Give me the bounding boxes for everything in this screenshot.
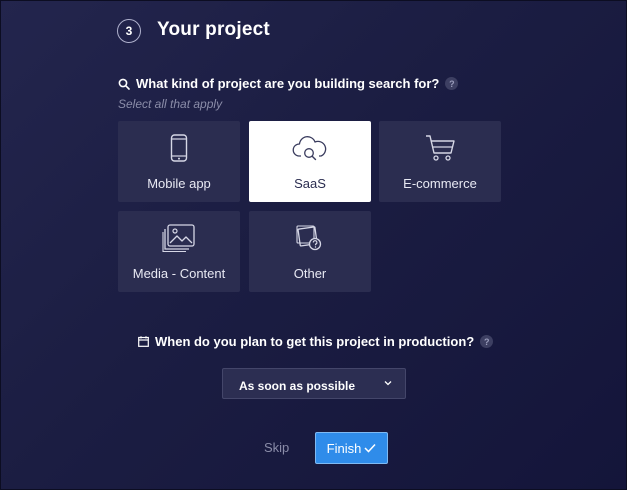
project-type-question: What kind of project are you building se…: [118, 76, 459, 91]
project-card-label: Mobile app: [147, 176, 211, 191]
project-card-media-content[interactable]: Media - Content: [118, 211, 240, 292]
select-hint: Select all that apply: [118, 97, 223, 111]
project-card-label: Other: [293, 266, 327, 281]
project-card-saas[interactable]: SaaS: [249, 121, 371, 202]
project-card-label: SaaS: [294, 176, 326, 191]
finish-button-label: Finish: [326, 440, 362, 456]
project-card-mobile-app[interactable]: Mobile app: [118, 121, 240, 202]
image-gallery-icon: [162, 224, 195, 253]
help-icon[interactable]: ?: [445, 77, 459, 90]
search-icon: [118, 78, 130, 90]
step-number-badge: 3: [117, 19, 141, 43]
help-icon[interactable]: ?: [480, 335, 494, 348]
cloud-search-icon: [292, 136, 327, 161]
page-title: Your project: [157, 19, 270, 40]
project-card-label: E-commerce: [403, 176, 477, 191]
shopping-cart-icon: [426, 135, 455, 161]
timeline-question-text: When do you plan to get this project in …: [155, 334, 475, 349]
question-card-icon: [296, 225, 322, 251]
calendar-icon: [138, 336, 149, 347]
finish-button[interactable]: Finish: [315, 432, 388, 464]
mobile-phone-icon: [170, 134, 188, 162]
skip-button[interactable]: Skip: [264, 440, 289, 455]
production-timeline-select[interactable]: As soon as possible: [222, 368, 406, 399]
timeline-question: When do you plan to get this project in …: [138, 334, 494, 349]
onboarding-panel: 3 Your project What kind of project are …: [0, 0, 627, 490]
checkmark-icon: [364, 443, 376, 453]
project-card-label: Media - Content: [132, 266, 226, 281]
project-card-other[interactable]: Other: [249, 211, 371, 292]
project-card-e-commerce[interactable]: E-commerce: [379, 121, 501, 202]
project-type-question-text: What kind of project are you building se…: [136, 76, 440, 91]
chevron-down-icon: [384, 381, 392, 386]
production-timeline-value: As soon as possible: [239, 379, 356, 393]
